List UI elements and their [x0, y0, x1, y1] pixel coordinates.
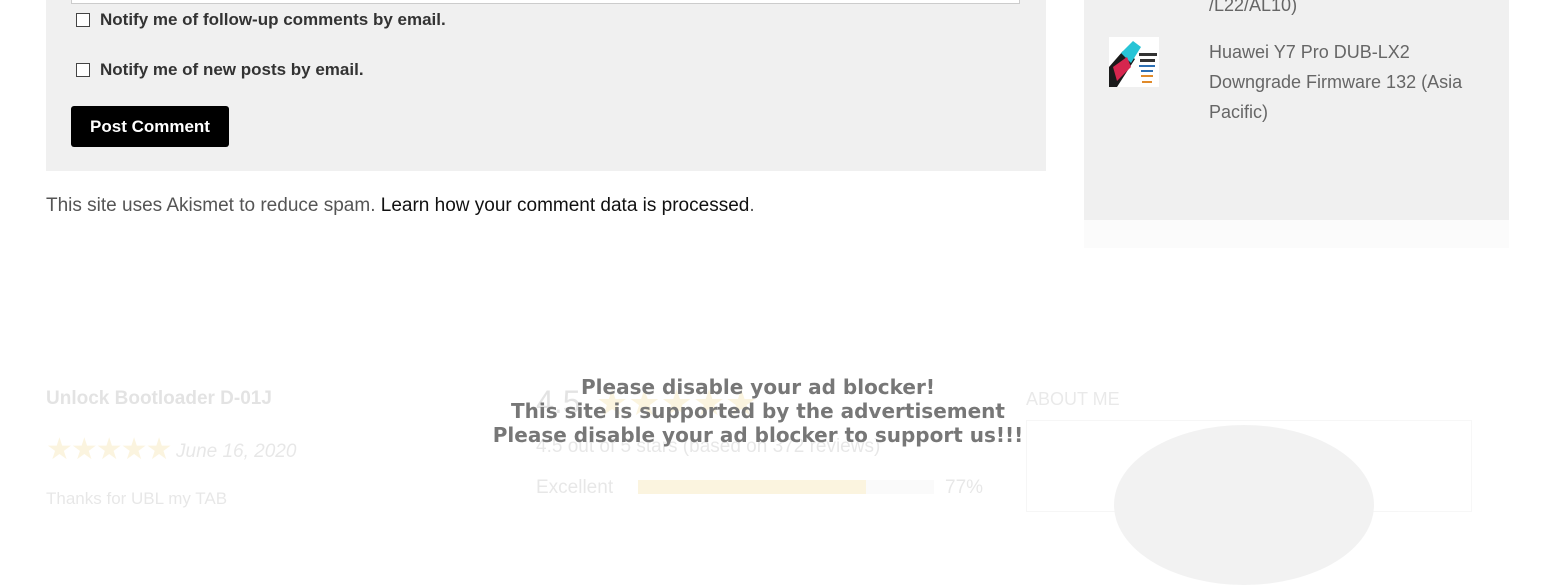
notify-followup-label: Notify me of follow-up comments by email…: [100, 10, 446, 29]
review-text: Thanks for UBL my TAB: [46, 489, 228, 508]
notify-followup-row[interactable]: Notify me of follow-up comments by email…: [76, 10, 446, 30]
sidebar-post-title-line3: Pacific): [1209, 102, 1269, 122]
sidebar-post-title-line1: Huawei Y7 Pro DUB-LX2: [1209, 42, 1410, 62]
adblock-line2: This site is supported by the advertisem…: [511, 399, 1005, 423]
sidebar-partial-item[interactable]: /L22/AL10): [1209, 0, 1297, 20]
post-comment-button[interactable]: Post Comment: [71, 106, 229, 147]
adblock-line3: Please disable your ad blocker to suppor…: [492, 423, 1024, 447]
notify-followup-checkbox[interactable]: [76, 13, 90, 27]
about-me-photo: [1114, 425, 1374, 585]
sidebar-post-title-line2: Downgrade Firmware 132 (Asia: [1209, 72, 1463, 92]
adblock-line1: Please disable your ad blocker!: [581, 375, 935, 399]
notify-posts-label: Notify me of new posts by email.: [100, 60, 364, 79]
akismet-suffix: .: [749, 195, 755, 216]
review-title[interactable]: Unlock Bootloader D-01J: [46, 388, 272, 410]
notify-posts-row[interactable]: Notify me of new posts by email.: [76, 60, 364, 80]
rating-breakdown-percent: 77%: [945, 477, 984, 498]
adblock-notice: Please disable your ad blocker! This sit…: [400, 375, 1116, 447]
akismet-learn-more-link[interactable]: Learn how your comment data is processed: [381, 195, 750, 216]
rating-breakdown-label: Excellent: [536, 477, 614, 498]
notify-posts-checkbox[interactable]: [76, 63, 90, 77]
sidebar-post-link[interactable]: Huawei Y7 Pro DUB-LX2 Downgrade Firmware…: [1209, 37, 1462, 127]
review-stars-icon: ★★★★★: [46, 433, 172, 466]
review-date: June 16, 2020: [176, 441, 297, 462]
comment-textarea[interactable]: [71, 0, 1020, 4]
akismet-prefix: This site uses Akismet to reduce spam.: [46, 195, 376, 216]
firmware-thumbnail-icon[interactable]: [1109, 37, 1159, 87]
akismet-notice: This site uses Akismet to reduce spam. L…: [46, 195, 755, 217]
sidebar-bottom-shadow: [1084, 220, 1509, 248]
rating-breakdown-fill: [638, 480, 866, 494]
